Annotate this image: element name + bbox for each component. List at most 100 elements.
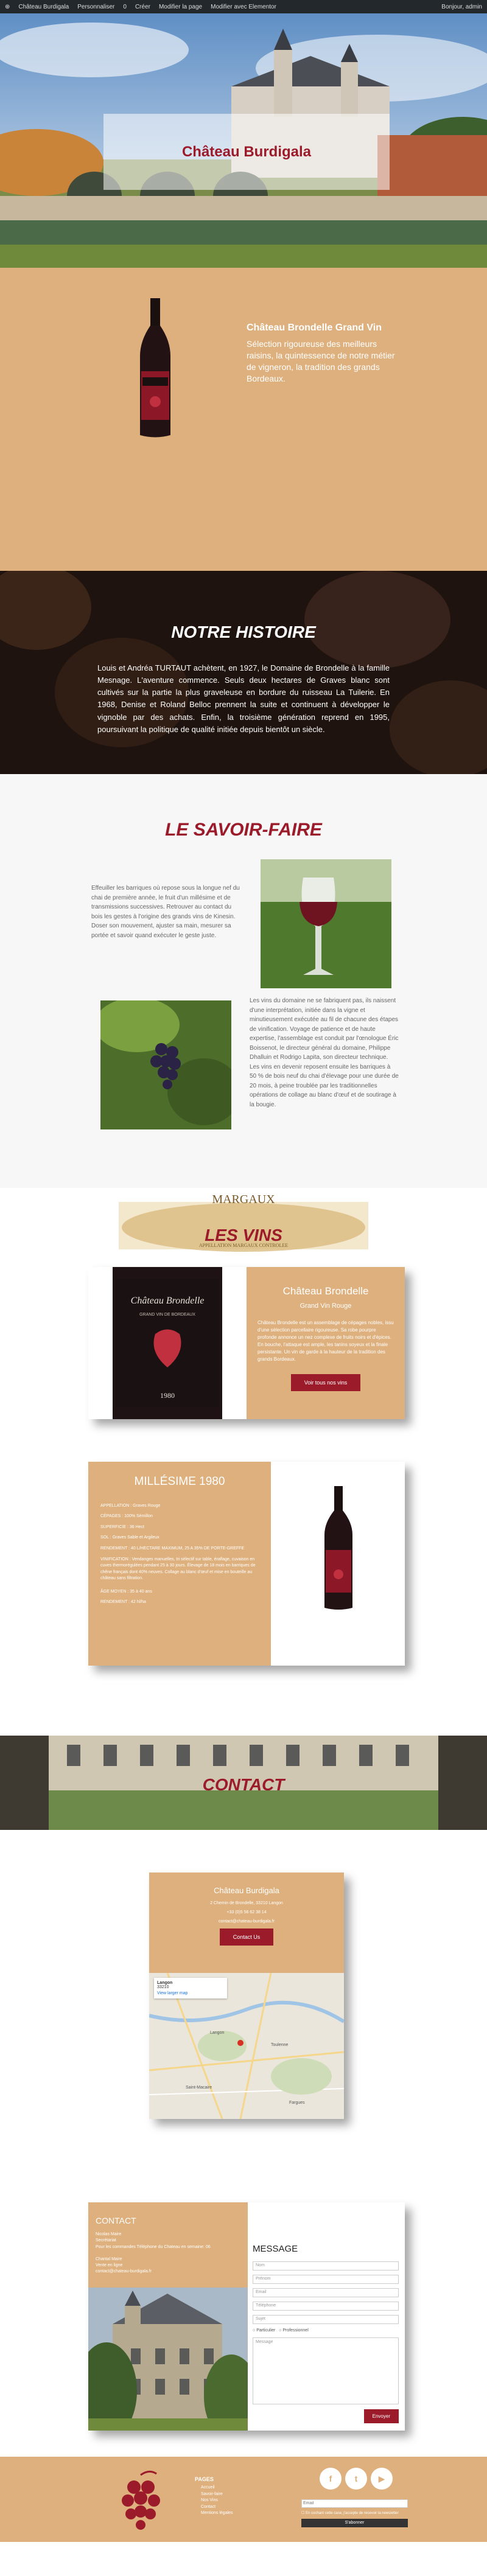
form-contact-info: CONTACT Nicolas Maire Secrétariat Pour l… bbox=[88, 2202, 248, 2288]
wine-card-subtitle: Grand Vin Rouge bbox=[300, 1302, 352, 1310]
wine-card-info: Château Brondelle Grand Vin Rouge Châtea… bbox=[247, 1267, 405, 1419]
facebook-icon[interactable]: f bbox=[320, 2468, 342, 2490]
savoir-faire-text-2: Les vins du domaine ne se fabriquent pas… bbox=[250, 997, 399, 1108]
name-input[interactable]: Nom bbox=[253, 2261, 399, 2271]
brondelle-bottle-image: Château Brondelle GRAND VIN DE BORDEAUX … bbox=[88, 1267, 247, 1419]
newsletter-form: ☐ En cochant cette case, j'accepte de re… bbox=[301, 2496, 408, 2527]
footer-grape-logo[interactable] bbox=[113, 2469, 170, 2539]
twitter-icon[interactable]: t bbox=[345, 2468, 367, 2490]
form-left-panel: CONTACT Nicolas Maire Secrétariat Pour l… bbox=[76, 2202, 259, 2440]
bottle-label-subtitle: GRAND VIN DE BORDEAUX bbox=[139, 1313, 195, 1317]
millesime-line: SOL : Graves Sable et Argileux bbox=[100, 1535, 159, 1540]
millesime-line: RENDEMENT : 40 L/HECTARE MAXIMUM, 25 A 3… bbox=[100, 1546, 245, 1551]
admin-user-link[interactable]: Bonjour, admin bbox=[441, 4, 482, 10]
footer-link-savoir-faire[interactable]: Savoir-faire bbox=[195, 2491, 233, 2498]
grand-vin-section: Château Brondelle Grand Vin Sélection ri… bbox=[0, 268, 487, 571]
subscribe-button[interactable]: S'abonner bbox=[301, 2518, 408, 2527]
histoire-text: Louis et Andréa TURTAUT achètent, en 192… bbox=[97, 663, 390, 734]
map-view-larger-link[interactable]: View larger map bbox=[157, 1991, 224, 1995]
address-card: Château Burdigala 2 Chemin de Brondelle,… bbox=[149, 1873, 344, 2119]
savoir-faire-title: LE SAVOIR-FAIRE bbox=[165, 820, 322, 840]
google-map[interactable]: Langon Toulenne Saint-Macaire Fargues La… bbox=[149, 1973, 344, 2119]
millesime-vinification: VINIFICATION : Vendanges manuelles, tri … bbox=[100, 1557, 256, 1581]
savoir-faire-text-1: Effeuiller les barriques où repose sous … bbox=[91, 885, 240, 939]
map-place-name: Langon bbox=[157, 1981, 173, 1985]
wine-card-millesime: MILLÉSIME 1980 APPELLATION : Graves Roug… bbox=[88, 1462, 405, 1666]
histoire-title: NOTRE HISTOIRE bbox=[171, 623, 316, 641]
address-section: Château Burdigala 2 Chemin de Brondelle,… bbox=[0, 1830, 487, 2168]
footer-link-vins[interactable]: Nos Vins bbox=[195, 2497, 233, 2504]
admin-new-link[interactable]: Créer bbox=[135, 4, 150, 10]
youtube-icon[interactable]: ▶ bbox=[371, 2468, 393, 2490]
address-email[interactable]: contact@chateau-burdigala.fr bbox=[155, 1919, 338, 1924]
wordpress-icon[interactable]: ⊕ bbox=[5, 4, 10, 10]
view-all-wines-button[interactable]: Voir tous nos vins bbox=[290, 1374, 361, 1391]
address-info: Château Burdigala 2 Chemin de Brondelle,… bbox=[149, 1873, 344, 1973]
footer-link-mentions[interactable]: Mentions légales bbox=[195, 2510, 233, 2517]
send-button[interactable]: Envoyer bbox=[363, 2409, 399, 2423]
savoir-faire-section: LE SAVOIR-FAIRE Effeuiller les barriques… bbox=[0, 774, 487, 1188]
bottle-label-year: 1980 bbox=[160, 1391, 175, 1400]
footer-link-contact[interactable]: Contact bbox=[195, 2504, 233, 2511]
newsletter-consent-label: En cochant cette case, j'accepte de rece… bbox=[306, 2511, 399, 2515]
form-contact-line: Vente en ligne bbox=[96, 2263, 123, 2267]
form-right-panel: MESSAGE Nom Prénom Email Téléphone Sujet… bbox=[248, 2202, 405, 2431]
form-contact-line bbox=[96, 2250, 240, 2257]
contact-banner-section: CONTACT bbox=[0, 1736, 487, 1830]
footer: PAGES Accueil Savoir-faire Nos Vins Cont… bbox=[0, 2457, 487, 2542]
footer-link-accueil[interactable]: Accueil bbox=[195, 2485, 233, 2491]
grand-vin-title: Château Brondelle Grand Vin bbox=[247, 323, 382, 333]
map-town-2: Toulenne bbox=[271, 2043, 289, 2047]
wine-card-image: Château Brondelle GRAND VIN DE BORDEAUX … bbox=[88, 1267, 247, 1419]
wine-card-title: Château Brondelle bbox=[282, 1285, 369, 1297]
vins-section: MARGAUX APPELLATION MARGAUX CONTROLEE LE… bbox=[0, 1188, 487, 1258]
millesime-line: SUPERFICIE : 36 Hect bbox=[100, 1524, 144, 1529]
admin-customize-link[interactable]: Personnaliser bbox=[77, 4, 114, 10]
firstname-input[interactable]: Prénom bbox=[253, 2275, 399, 2284]
millesime-age: ÂGE MOYEN : 35 à 40 ans bbox=[100, 1589, 152, 1594]
wine-card-description: Château Brondelle est un assemblage de c… bbox=[258, 1320, 394, 1362]
footer-pages-title: PAGES bbox=[195, 2476, 214, 2482]
millesime-line: CÉPAGES : 100% Sémillon bbox=[100, 1514, 153, 1519]
address-title: Château Burdigala bbox=[214, 1886, 279, 1895]
admin-elementor-link[interactable]: Modifier avec Elementor bbox=[211, 4, 276, 10]
admin-site-link[interactable]: Château Burdigala bbox=[18, 4, 69, 10]
millesime-image bbox=[271, 1462, 405, 1666]
chateau-ivy-image bbox=[76, 2288, 259, 2440]
wine-glass-vineyard-image bbox=[261, 859, 391, 988]
phone-input[interactable]: Téléphone bbox=[253, 2302, 399, 2311]
form-contact-title: CONTACT bbox=[96, 2216, 136, 2225]
form-contact-line: Secrétariat bbox=[96, 2238, 116, 2243]
form-contact-line: Nicolas Maire bbox=[96, 2232, 122, 2237]
newsletter-email-input[interactable] bbox=[301, 2499, 408, 2508]
millesime-bottle-image bbox=[271, 1462, 405, 1666]
margaux-label-logo: MARGAUX APPELLATION MARGAUX CONTROLEE bbox=[119, 1193, 368, 1252]
admin-comments-link[interactable]: 0 bbox=[123, 4, 127, 10]
admin-edit-link[interactable]: Modifier la page bbox=[159, 4, 202, 10]
newsletter-consent: ☐ En cochant cette case, j'accepte de re… bbox=[301, 2511, 408, 2515]
subject-input[interactable]: Sujet bbox=[253, 2315, 399, 2324]
message-textarea[interactable]: Message bbox=[253, 2337, 399, 2404]
message-form-title: MESSAGE bbox=[253, 2244, 298, 2254]
millesime-line: APPELLATION : Graves Rouge bbox=[100, 1504, 161, 1508]
contact-form-card: CONTACT Nicolas Maire Secrétariat Pour l… bbox=[76, 2202, 405, 2440]
newsletter-consent-checkbox[interactable]: ☐ bbox=[301, 2511, 306, 2515]
contact-us-button[interactable]: Contact Us bbox=[219, 1929, 274, 1946]
wine-bottle-image bbox=[140, 298, 170, 438]
email-input[interactable]: Email bbox=[253, 2288, 399, 2297]
margaux-logo-text: MARGAUX bbox=[212, 1193, 275, 1206]
map-place-sub: 33210 bbox=[157, 1985, 169, 1989]
wine-card-brondelle: Château Brondelle GRAND VIN DE BORDEAUX … bbox=[88, 1267, 405, 1419]
map-town-4: Fargues bbox=[289, 2101, 305, 2105]
grand-vin-text: Château Brondelle Grand Vin Sélection ri… bbox=[247, 323, 405, 385]
map-town-1: Langon bbox=[210, 2031, 224, 2035]
wines-section: Château Brondelle GRAND VIN DE BORDEAUX … bbox=[0, 1258, 487, 1736]
vins-title: LES VINS bbox=[205, 1226, 282, 1244]
contact-banner-title: CONTACT bbox=[202, 1775, 285, 1794]
social-links: f t ▶ bbox=[320, 2468, 393, 2490]
millesime-info: MILLÉSIME 1980 APPELLATION : Graves Roug… bbox=[88, 1462, 271, 1666]
radio-professionnel-label: Professionnel bbox=[282, 2328, 309, 2333]
form-contact-line: contact@chateau-burdigala.fr bbox=[96, 2269, 152, 2274]
address-phone: +33 (0)5 56 62 38 14 bbox=[226, 1910, 267, 1915]
radio-particulier-label: Particulier bbox=[256, 2328, 276, 2333]
